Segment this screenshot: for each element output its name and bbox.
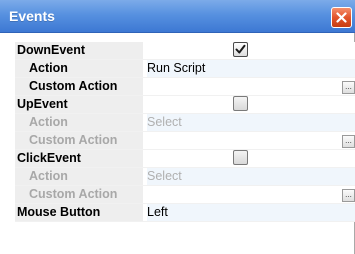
property-row-click-custom-action: Custom Action ... <box>15 186 355 204</box>
window-title: Events <box>9 8 55 24</box>
property-row-click-action: Action Select <box>15 168 355 186</box>
down-event-checkbox[interactable] <box>233 42 248 57</box>
property-label-click-action: Action <box>15 168 143 185</box>
click-event-checkbox[interactable] <box>233 150 248 165</box>
property-row-up-custom-action: Custom Action ... <box>15 132 355 150</box>
property-row-click-event: ClickEvent <box>15 150 355 168</box>
property-row-down-custom-action: Custom Action ... <box>15 78 355 96</box>
click-custom-action-field: ... <box>147 186 355 203</box>
property-label-up-action: Action <box>15 114 143 131</box>
property-label-up-custom-action: Custom Action <box>15 132 143 149</box>
property-row-down-event: DownEvent <box>15 42 355 60</box>
up-event-checkbox[interactable] <box>233 96 248 111</box>
property-value-down-event <box>147 42 355 59</box>
property-label-click-custom-action: Custom Action <box>15 186 143 203</box>
property-label-up-event: UpEvent <box>15 96 143 113</box>
down-action-select[interactable]: Run Script <box>147 60 355 77</box>
down-custom-action-field[interactable]: ... <box>147 78 355 95</box>
title-bar: Events <box>0 0 355 33</box>
property-label-click-event: ClickEvent <box>15 150 143 167</box>
property-value-click-event <box>147 150 355 167</box>
checkmark-icon <box>235 44 246 54</box>
property-row-up-action: Action Select <box>15 114 355 132</box>
property-value-up-event <box>147 96 355 113</box>
property-label-down-action: Action <box>15 60 143 77</box>
property-row-mouse-button: Mouse Button Left <box>15 204 355 222</box>
up-action-select: Select <box>147 114 355 131</box>
property-label-mouse-button: Mouse Button <box>15 204 143 221</box>
events-dialog: Events DownEvent Action Run Script Custo… <box>0 0 355 254</box>
close-icon <box>336 12 347 23</box>
click-action-select: Select <box>147 168 355 185</box>
property-grid: DownEvent Action Run Script Custom Actio… <box>15 42 355 222</box>
up-custom-action-field: ... <box>147 132 355 149</box>
property-row-down-action: Action Run Script <box>15 60 355 78</box>
up-custom-action-ellipsis-button[interactable]: ... <box>342 135 355 148</box>
property-label-down-event: DownEvent <box>15 42 143 59</box>
property-row-up-event: UpEvent <box>15 96 355 114</box>
click-custom-action-ellipsis-button[interactable]: ... <box>342 189 355 202</box>
mouse-button-select[interactable]: Left <box>147 204 355 221</box>
close-button[interactable] <box>331 7 352 28</box>
property-label-down-custom-action: Custom Action <box>15 78 143 95</box>
down-custom-action-ellipsis-button[interactable]: ... <box>342 81 355 94</box>
